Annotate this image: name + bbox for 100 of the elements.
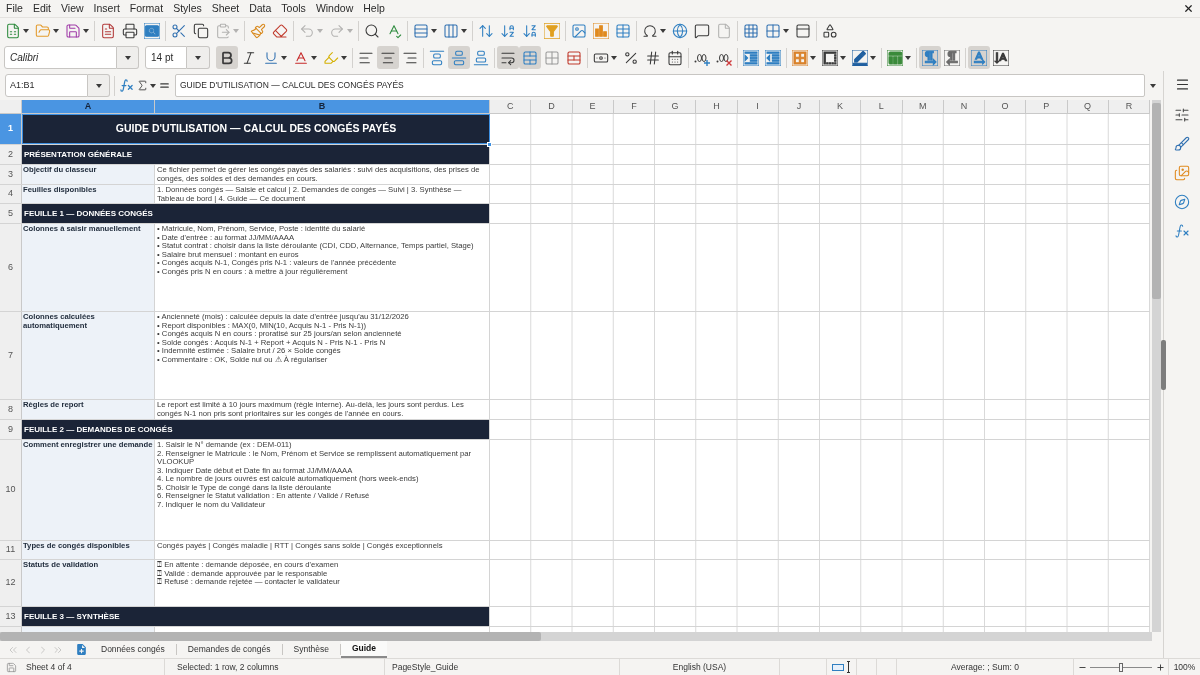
row-header[interactable]: 6 bbox=[0, 224, 22, 311]
column-header[interactable]: L bbox=[861, 100, 903, 113]
menu-item[interactable]: Sheet bbox=[206, 0, 245, 17]
column-header[interactable]: J bbox=[778, 100, 820, 113]
font-size-dropdown[interactable] bbox=[187, 46, 210, 69]
sidebar-handle[interactable] bbox=[1161, 340, 1166, 390]
column-header[interactable]: Q bbox=[1067, 100, 1109, 113]
column-header[interactable]: C bbox=[490, 100, 532, 113]
caret-icon bbox=[840, 55, 846, 60]
sheet-tab[interactable]: Demandes de congés bbox=[176, 641, 282, 658]
row-header[interactable]: 11 bbox=[0, 541, 22, 559]
menu-item[interactable]: Window bbox=[310, 0, 359, 17]
sort-ascending-icon bbox=[500, 23, 516, 39]
menu-item[interactable]: Data bbox=[244, 0, 277, 17]
row-header[interactable]: 3 bbox=[0, 165, 22, 184]
highlighter-icon bbox=[323, 49, 339, 66]
fill-handle[interactable] bbox=[487, 142, 492, 147]
menu-item[interactable]: Edit bbox=[27, 0, 56, 17]
wrap-text-button[interactable] bbox=[497, 46, 519, 69]
row-header[interactable]: 4 bbox=[0, 185, 22, 203]
column-header[interactable]: F bbox=[613, 100, 655, 113]
menu-item[interactable]: File bbox=[1, 0, 28, 17]
row-header[interactable]: 9 bbox=[0, 420, 22, 439]
horizontal-scrollbar[interactable] bbox=[0, 632, 1152, 641]
formula-input[interactable]: GUIDE D'UTILISATION — CALCUL DES CONGÉS PAYÉS bbox=[175, 74, 1145, 97]
font-color-icon bbox=[293, 49, 309, 66]
font-name-field[interactable]: Calibri bbox=[4, 46, 117, 69]
section-heading[interactable]: FEUILLE 2 — DEMANDES DE CONGÉS bbox=[22, 420, 490, 439]
section-heading[interactable]: FEUILLE 1 — DONNÉES CONGÉS bbox=[22, 204, 490, 223]
scrollbar-thumb[interactable] bbox=[1152, 103, 1161, 299]
column-header[interactable]: I bbox=[737, 100, 779, 113]
calendar-icon bbox=[667, 49, 683, 66]
row-header[interactable]: 10 bbox=[0, 440, 22, 540]
slider-thumb[interactable] bbox=[1119, 662, 1123, 672]
menu-item[interactable]: View bbox=[56, 0, 89, 17]
panel-icon bbox=[795, 23, 811, 39]
printer-icon bbox=[122, 23, 138, 39]
table-icon bbox=[615, 23, 631, 39]
align-center-button[interactable] bbox=[377, 46, 399, 69]
font-size-field[interactable]: 14 pt bbox=[145, 46, 187, 69]
scrollbar-thumb[interactable] bbox=[0, 632, 541, 641]
vertical-scrollbar[interactable] bbox=[1152, 100, 1161, 632]
row-header[interactable]: 8 bbox=[0, 400, 22, 419]
section-heading[interactable]: FEUILLE 3 — SYNTHÈSE bbox=[22, 607, 490, 626]
zoom-level[interactable]: 100% bbox=[1173, 660, 1196, 674]
column-header[interactable]: K bbox=[820, 100, 862, 113]
row-header[interactable]: 7 bbox=[0, 312, 22, 399]
row-header[interactable]: 12 bbox=[0, 560, 22, 606]
paragraph-ltr-icon bbox=[922, 49, 938, 66]
column-header[interactable]: P bbox=[1026, 100, 1068, 113]
section-heading[interactable]: PRÉSENTATION GÉNÉRALE bbox=[22, 145, 490, 164]
brush-icon bbox=[1174, 136, 1190, 152]
name-box[interactable]: A1:B1 bbox=[5, 74, 88, 97]
sheet-status: Sheet 4 of 4 bbox=[26, 660, 72, 674]
sheet-tab[interactable]: Synthèse bbox=[282, 641, 340, 658]
column-header[interactable]: R bbox=[1108, 100, 1150, 113]
menu-item[interactable]: Help bbox=[358, 0, 390, 17]
left-to-right-button[interactable] bbox=[919, 46, 941, 69]
merge-center-button[interactable] bbox=[519, 46, 541, 69]
hash-icon bbox=[645, 49, 661, 66]
column-header[interactable]: G bbox=[655, 100, 697, 113]
row-header[interactable]: 5 bbox=[0, 204, 22, 223]
grid-icon bbox=[544, 49, 560, 66]
spreadsheet-icon bbox=[5, 23, 21, 39]
column-header[interactable]: O bbox=[985, 100, 1027, 113]
vertical-text-icon bbox=[993, 49, 1009, 66]
align-top-icon bbox=[429, 49, 445, 66]
globe-icon bbox=[672, 23, 688, 39]
menu-item[interactable]: Tools bbox=[276, 0, 311, 17]
zoom-in-button[interactable] bbox=[1155, 662, 1165, 672]
sum-status: Average: ; Sum: 0 bbox=[951, 660, 1019, 674]
row-header[interactable]: 2 bbox=[0, 145, 22, 164]
align-middle-icon bbox=[451, 49, 467, 66]
sheet-tab[interactable]: Données congés bbox=[90, 641, 176, 658]
bold-button[interactable] bbox=[216, 46, 238, 69]
caret-icon bbox=[150, 83, 156, 88]
menu-item[interactable]: Insert bbox=[88, 0, 125, 17]
save-icon bbox=[65, 23, 81, 39]
menu-item[interactable]: Format bbox=[124, 0, 169, 17]
title-cell[interactable]: GUIDE D'UTILISATION — CALCUL DES CONGÉS PAYÉS bbox=[22, 114, 490, 144]
column-header[interactable]: H bbox=[696, 100, 738, 113]
label-cell[interactable] bbox=[22, 627, 155, 632]
menu-item[interactable]: Styles bbox=[168, 0, 207, 17]
column-header[interactable]: A bbox=[22, 100, 155, 113]
column-header[interactable]: N bbox=[943, 100, 985, 113]
grid-icon bbox=[765, 23, 781, 39]
column-header[interactable]: D bbox=[531, 100, 573, 113]
compass-icon bbox=[1174, 194, 1190, 210]
align-bottom-icon bbox=[473, 49, 489, 66]
column-header[interactable]: M bbox=[902, 100, 944, 113]
sliders-icon bbox=[1174, 107, 1190, 123]
row-header[interactable]: 13 bbox=[0, 607, 22, 626]
font-name-dropdown[interactable] bbox=[117, 46, 139, 69]
sheet-tab[interactable]: Guide bbox=[340, 641, 388, 658]
name-box-dropdown[interactable] bbox=[88, 74, 110, 97]
center-vertically-button[interactable] bbox=[448, 46, 470, 69]
caret-icon bbox=[95, 83, 102, 88]
column-header[interactable]: B bbox=[155, 100, 490, 113]
column-header[interactable]: E bbox=[572, 100, 614, 113]
folder-icon bbox=[35, 23, 51, 39]
